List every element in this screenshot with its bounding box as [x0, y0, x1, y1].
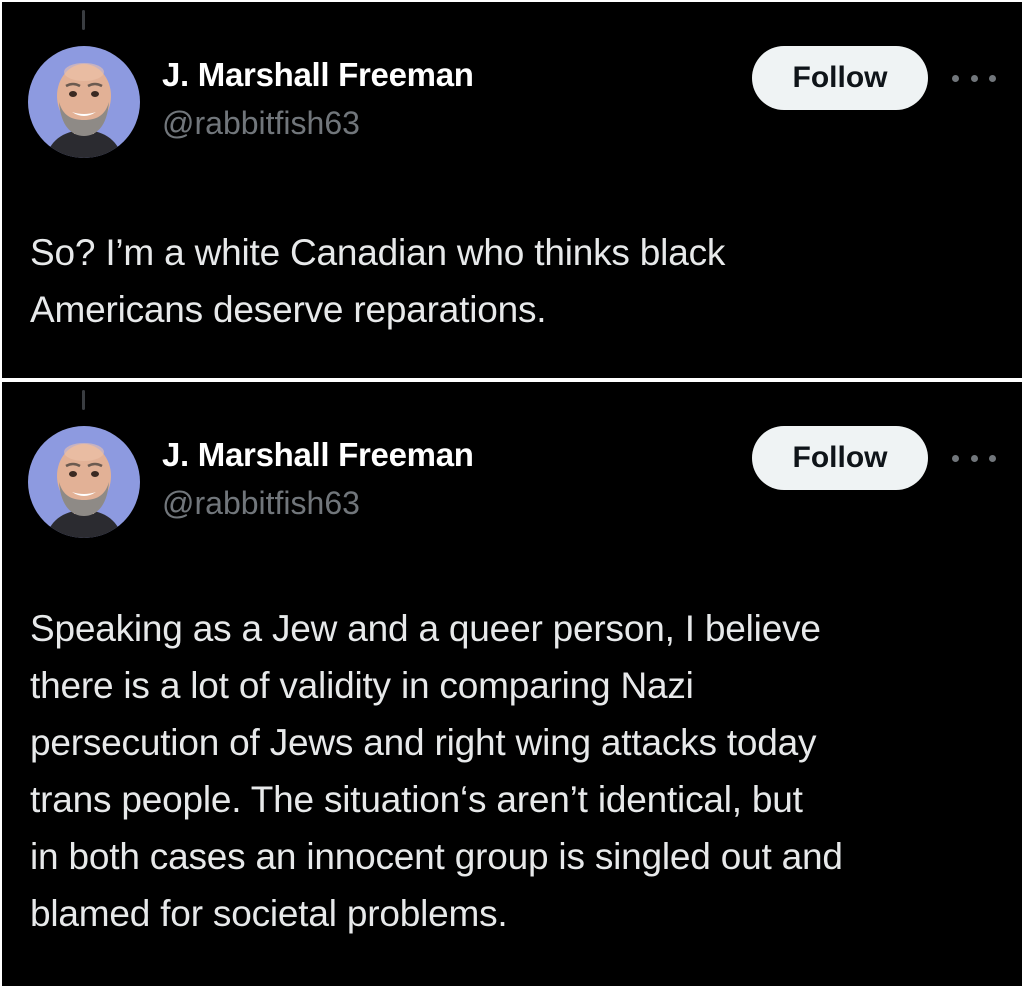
more-horizontal-icon[interactable] [952, 448, 996, 468]
author-name[interactable]: J. Marshall Freeman [162, 436, 474, 474]
more-dot [989, 454, 996, 462]
tweet-text-line: Speaking as a Jew and a queer person, I … [30, 608, 821, 649]
tweet-text: So? I’m a white Canadian who thinks blac… [30, 224, 1010, 338]
tweet-text-line: blamed for societal problems. [30, 893, 508, 934]
more-horizontal-icon[interactable] [952, 68, 996, 88]
follow-button[interactable]: Follow [752, 426, 928, 490]
tweet-text-line: So? I’m a white Canadian who thinks blac… [30, 232, 726, 273]
tweet-text-line: in both cases an innocent group is singl… [30, 836, 843, 877]
avatar[interactable] [28, 426, 140, 538]
more-dot [970, 454, 978, 462]
tweet-text: Speaking as a Jew and a queer person, I … [30, 600, 1010, 942]
tweet-card: J. Marshall Freeman @rabbitfish63 Follow… [2, 2, 1022, 378]
more-dot [970, 74, 978, 82]
thread-connector-line [82, 390, 85, 410]
author-name[interactable]: J. Marshall Freeman [162, 56, 474, 94]
tweet-text-line: trans people. The situation‘s aren’t ide… [30, 779, 803, 820]
tweet-card: J. Marshall Freeman @rabbitfish63 Follow… [2, 382, 1022, 986]
tweet-text-line: there is a lot of validity in comparing … [30, 665, 694, 706]
avatar[interactable] [28, 46, 140, 158]
author-handle[interactable]: @rabbitfish63 [162, 485, 360, 522]
more-dot [952, 454, 959, 462]
tweet-text-line: persecution of Jews and right wing attac… [30, 722, 817, 763]
thread-connector-line [82, 10, 85, 30]
follow-button[interactable]: Follow [752, 46, 928, 110]
avatar-photo-icon [28, 426, 140, 538]
avatar-photo-icon [28, 46, 140, 158]
more-dot [952, 74, 959, 82]
author-handle[interactable]: @rabbitfish63 [162, 105, 360, 142]
tweet-text-line: Americans deserve reparations. [30, 289, 547, 330]
more-dot [989, 74, 996, 82]
